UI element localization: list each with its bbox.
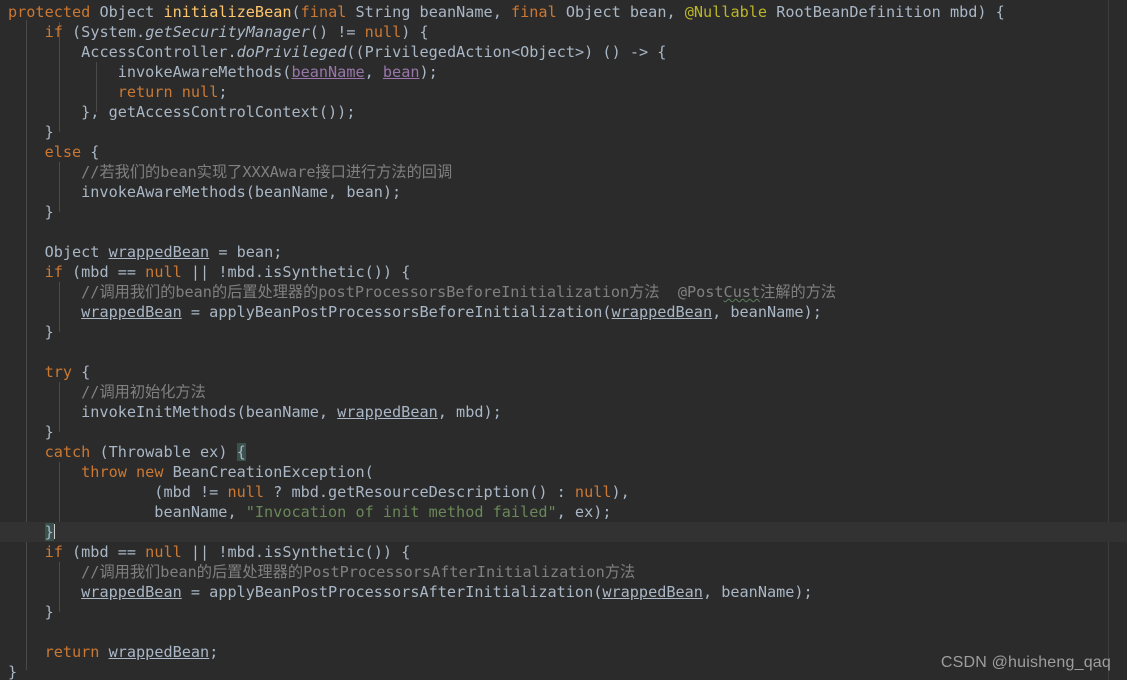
code-line[interactable]: catch (Throwable ex) { [0, 442, 1127, 462]
code-line[interactable]: } [0, 422, 1127, 442]
code-lines-container[interactable]: protected Object initializeBean(final St… [0, 0, 1127, 680]
code-line[interactable]: AccessController.doPrivileged((Privilege… [0, 42, 1127, 62]
code-line[interactable] [0, 222, 1127, 242]
code-line[interactable]: if (mbd == null || !mbd.isSynthetic()) { [0, 542, 1127, 562]
code-line[interactable]: invokeAwareMethods(beanName, bean); [0, 182, 1127, 202]
code-line[interactable]: invokeAwareMethods(beanName, bean); [0, 62, 1127, 82]
code-line[interactable] [0, 342, 1127, 362]
code-line[interactable]: try { [0, 362, 1127, 382]
csdn-watermark: CSDN @huisheng_qaq [940, 654, 1111, 671]
code-line[interactable]: wrappedBean = applyBeanPostProcessorsAft… [0, 582, 1127, 602]
code-line[interactable]: (mbd != null ? mbd.getResourceDescriptio… [0, 482, 1127, 502]
code-line[interactable]: //若我们的bean实现了XXXAware接口进行方法的回调 [0, 162, 1127, 182]
code-line[interactable]: return null; [0, 82, 1127, 102]
code-line[interactable]: invokeInitMethods(beanName, wrappedBean,… [0, 402, 1127, 422]
code-line-current[interactable]: } [0, 522, 1127, 542]
code-line[interactable]: } [0, 202, 1127, 222]
code-line[interactable]: if (mbd == null || !mbd.isSynthetic()) { [0, 262, 1127, 282]
code-line[interactable]: if (System.getSecurityManager() != null)… [0, 22, 1127, 42]
code-line[interactable]: Object wrappedBean = bean; [0, 242, 1127, 262]
code-line[interactable]: beanName, "Invocation of init method fai… [0, 502, 1127, 522]
code-line[interactable] [0, 622, 1127, 642]
text-caret [53, 524, 55, 539]
code-line[interactable]: //调用初始化方法 [0, 382, 1127, 402]
code-line[interactable]: throw new BeanCreationException( [0, 462, 1127, 482]
code-line[interactable]: protected Object initializeBean(final St… [0, 2, 1127, 22]
code-line[interactable]: //调用我们bean的后置处理器的PostProcessorsAfterInit… [0, 562, 1127, 582]
code-editor-canvas[interactable]: protected Object initializeBean(final St… [0, 0, 1127, 680]
code-line[interactable]: //调用我们的bean的后置处理器的postProcessorsBeforeIn… [0, 282, 1127, 302]
code-line[interactable]: wrappedBean = applyBeanPostProcessorsBef… [0, 302, 1127, 322]
code-line[interactable]: } [0, 122, 1127, 142]
code-line[interactable]: } [0, 602, 1127, 622]
code-line[interactable]: else { [0, 142, 1127, 162]
code-line[interactable]: } [0, 322, 1127, 342]
code-line[interactable]: }, getAccessControlContext()); [0, 102, 1127, 122]
